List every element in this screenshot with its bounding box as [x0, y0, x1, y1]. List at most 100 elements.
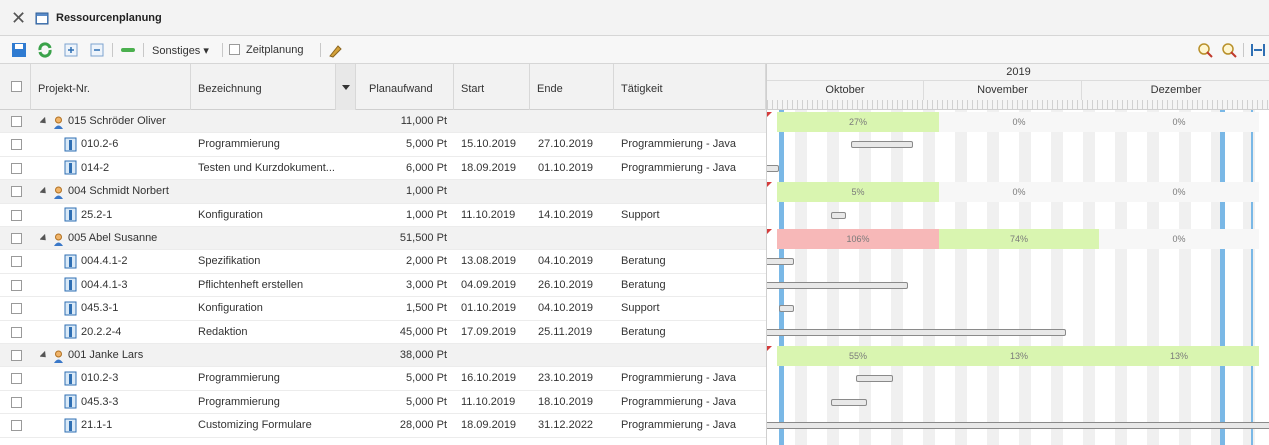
today-marker — [1251, 110, 1253, 445]
start-cell: 18.09.2019 — [461, 161, 517, 174]
start-cell — [461, 180, 531, 203]
row-checkbox[interactable] — [11, 139, 22, 151]
designation-cell: Customizing Formulare — [198, 419, 312, 432]
designation-cell: Konfiguration — [198, 302, 263, 315]
task-row[interactable]: 20.2.2-4 Redaktion 45,000 Pt 17.09.2019 25.1… — [0, 321, 766, 344]
start-cell: 11.10.2019 — [461, 395, 516, 408]
resource-row[interactable]: 005 Abel Susanne 51,500 Pt — [0, 227, 766, 251]
row-checkbox[interactable] — [11, 326, 22, 338]
gantt-bar[interactable] — [767, 328, 1067, 336]
row-checkbox[interactable] — [11, 256, 22, 268]
task-row[interactable]: 004.4.1-3 Pflichtenheft erstellen 3,000 Pt… — [0, 274, 766, 298]
task-row[interactable]: 25.2-1 Konfiguration 1,000 Pt 11.10.2019 14.… — [0, 204, 766, 227]
row-checkbox[interactable] — [11, 209, 22, 221]
header-planaufwand[interactable]: Planaufwand — [356, 64, 454, 110]
header-select-all[interactable] — [0, 64, 31, 110]
row-checkbox[interactable] — [11, 420, 22, 432]
header-bezeichnung[interactable]: Bezeichnung — [191, 64, 336, 110]
activity-cell: Beratung — [621, 278, 666, 291]
gantt-chart: 27% 0% 0% 5% 0% 0% 106% 74% 0% 55% 13% 13% — [766, 110, 1269, 445]
gantt-bar[interactable] — [767, 164, 779, 172]
expand-toggle-icon[interactable] — [40, 187, 49, 197]
row-checkbox[interactable] — [11, 303, 22, 315]
link-icon[interactable] — [120, 42, 136, 58]
designation-cell: Pflichtenheft erstellen — [198, 278, 304, 291]
weekend-band — [1115, 110, 1127, 445]
header-projekt[interactable]: Projekt-Nr. — [31, 64, 191, 110]
refresh-icon[interactable] — [37, 42, 53, 58]
row-checkbox[interactable] — [11, 116, 22, 127]
gantt-bar[interactable] — [767, 258, 795, 266]
activity-cell: Support — [621, 208, 660, 221]
start-cell: 01.10.2019 — [461, 302, 517, 315]
project-cell: 001 Janke Lars — [40, 344, 143, 367]
column-menu-button[interactable] — [336, 64, 356, 110]
expand-all-icon[interactable] — [64, 42, 78, 58]
gantt-bar[interactable] — [830, 211, 847, 219]
project-cell: 010.2-6 — [64, 133, 118, 156]
close-icon[interactable]: ✕ — [11, 9, 26, 27]
gantt-bar[interactable] — [767, 422, 1269, 430]
row-checkbox[interactable] — [11, 186, 22, 198]
resource-row[interactable]: 001 Janke Lars 38,000 Pt — [0, 344, 766, 368]
header-start[interactable]: Start — [454, 64, 530, 110]
header-taetigkeit[interactable]: Tätigkeit — [614, 64, 766, 110]
task-row[interactable]: 045.3-3 Programmierung 5,000 Pt 11.10.2019 1… — [0, 391, 766, 415]
gantt-bar[interactable] — [767, 281, 909, 289]
gantt-bar[interactable] — [830, 398, 867, 406]
task-row[interactable]: 004.4.1-2 Spezifikation 2,000 Pt 13.08.2019… — [0, 250, 766, 274]
document-icon — [64, 324, 77, 339]
gantt-bar[interactable] — [856, 375, 893, 383]
resource-row[interactable]: 015 Schröder Oliver 11,000 Pt — [0, 110, 766, 134]
gantt-bar[interactable] — [851, 141, 914, 149]
document-icon — [64, 418, 77, 433]
start-cell: 11.10.2019 — [461, 208, 516, 221]
task-row[interactable]: 010.2-6 Programmierung 5,000 Pt 15.10.2019 2… — [0, 133, 766, 157]
end-cell: 04.10.2019 — [538, 255, 594, 268]
resource-grid: Projekt-Nr. Bezeichnung Planaufwand Star… — [0, 64, 1269, 445]
expand-toggle-icon[interactable] — [40, 233, 49, 244]
end-cell: 25.11.2019 — [538, 325, 593, 338]
row-checkbox[interactable] — [11, 279, 22, 291]
month-oktober: Oktober — [767, 81, 924, 100]
start-cell: 16.10.2019 — [461, 372, 517, 385]
effort-cell: 1,000 Pt — [406, 208, 447, 221]
start-cell — [461, 227, 531, 250]
zeitplanung-checkbox[interactable] — [229, 44, 240, 60]
fit-icon[interactable] — [1251, 42, 1265, 58]
sonstiges-menu[interactable]: Sonstiges ▾ — [152, 44, 209, 57]
row-checkbox[interactable] — [11, 233, 22, 244]
row-checkbox[interactable] — [11, 396, 22, 408]
document-icon — [64, 137, 77, 152]
collapse-all-icon[interactable] — [90, 42, 104, 58]
zoom-in-icon[interactable] — [1197, 42, 1213, 58]
document-icon — [64, 254, 77, 269]
zoom-out-icon[interactable] — [1221, 42, 1237, 58]
weekend-band — [955, 110, 967, 445]
effort-cell: 51,500 Pt — [399, 232, 447, 244]
designation-cell — [198, 227, 348, 250]
row-checkbox[interactable] — [11, 162, 22, 174]
brush-icon[interactable] — [328, 42, 344, 58]
weekend-band — [1019, 110, 1031, 445]
expand-toggle-icon[interactable] — [40, 116, 49, 127]
task-row[interactable]: 014-2 Testen und Kurzdokument... 6,000 Pt 1… — [0, 157, 766, 181]
load-cell: 0% — [939, 181, 1099, 202]
gantt-bar[interactable] — [779, 305, 795, 313]
project-label: 20.2.2-4 — [81, 325, 122, 338]
timeline-header: 2019 Oktober November Dezember — [766, 64, 1269, 110]
header-ende[interactable]: Ende — [530, 64, 614, 110]
weekend-band — [1083, 110, 1095, 445]
resource-row[interactable]: 004 Schmidt Norbert 1,000 Pt — [0, 180, 766, 204]
row-checkbox[interactable] — [11, 350, 22, 361]
task-row[interactable]: 045.3-1 Konfiguration 1,500 Pt 01.10.2019 04… — [0, 297, 766, 321]
month-dezember: Dezember — [1150, 84, 1202, 96]
expand-toggle-icon[interactable] — [40, 350, 49, 361]
end-cell — [538, 110, 614, 133]
task-row[interactable]: 21.1-1 Customizing Formulare 28,000 Pt 18.0… — [0, 414, 766, 438]
row-checkbox[interactable] — [11, 373, 22, 385]
start-cell: 15.10.2019 — [461, 138, 517, 151]
end-cell: 26.10.2019 — [538, 278, 594, 291]
task-row[interactable]: 010.2-3 Programmierung 5,000 Pt 16.10.2019 2… — [0, 367, 766, 391]
save-icon[interactable] — [11, 42, 27, 58]
